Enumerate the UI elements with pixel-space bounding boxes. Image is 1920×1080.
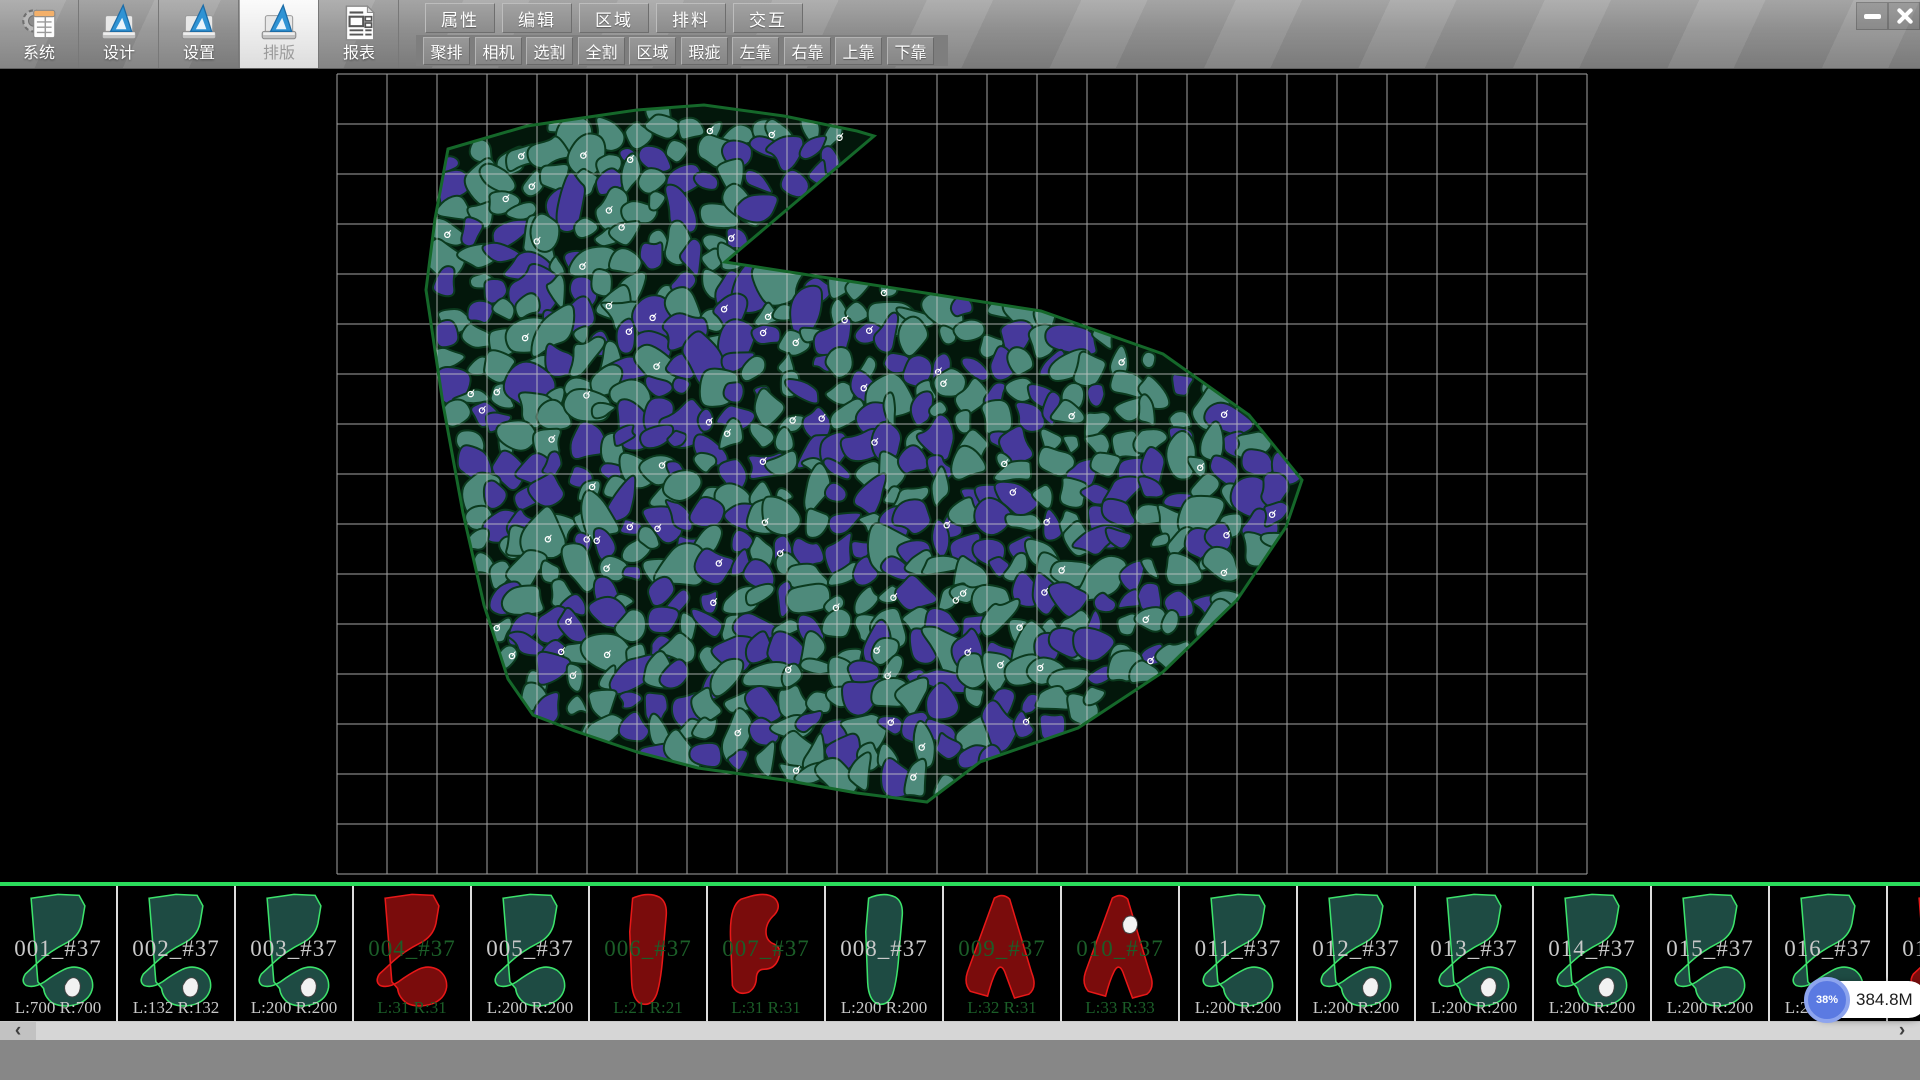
- main-button-label: 设置: [183, 44, 215, 64]
- piece-thumbnail-005_#37[interactable]: 005_#37L:200 R:200: [472, 886, 590, 1022]
- piece-hole: [1123, 916, 1138, 934]
- piece-thumbnail-006_#37[interactable]: 006_#37L:21 R:21: [590, 886, 708, 1022]
- memory-value: 384.8M: [1856, 990, 1913, 1010]
- nesting-ruler-icon: [258, 2, 300, 44]
- piece-shape-graphic: [1426, 888, 1522, 1014]
- tool-button-9[interactable]: 上靠: [835, 37, 882, 65]
- tool-button-1[interactable]: 聚排: [423, 37, 470, 65]
- piece-shape-graphic: [1308, 888, 1404, 1014]
- main-button-3[interactable]: 设置: [160, 0, 239, 68]
- piece-shape-graphic: [364, 888, 460, 1014]
- piece-thumbnail-strip: 001_#37L:700 R:700002_#37L:132 R:132003_…: [0, 886, 1920, 1022]
- piece-thumbnail-003_#37[interactable]: 003_#37L:200 R:200: [236, 886, 354, 1022]
- piece-thumbnail-007_#37[interactable]: 007_#37L:31 R:31: [708, 886, 826, 1022]
- scroll-right-button[interactable]: ›: [1884, 1022, 1920, 1040]
- piece-thumbnail-009_#37[interactable]: 009_#37L:32 R:31: [944, 886, 1062, 1022]
- piece-shape-graphic: [954, 888, 1050, 1014]
- tool-button-10[interactable]: 下靠: [887, 37, 934, 65]
- main-button-label: 排版: [263, 44, 295, 64]
- main-button-5[interactable]: 报表: [320, 0, 399, 68]
- main-button-label: 报表: [343, 44, 375, 64]
- piece-shape-graphic: [836, 888, 932, 1014]
- piece-thumbnail-010_#37[interactable]: 010_#37L:33 R:33: [1062, 886, 1180, 1022]
- system-gear-icon: [18, 2, 60, 44]
- piece-thumbnail-013_#37[interactable]: 013_#37L:200 R:200: [1416, 886, 1534, 1022]
- progress-circle: 38%: [1804, 977, 1850, 1023]
- tool-button-4[interactable]: 全割: [578, 37, 625, 65]
- tool-button-2[interactable]: 相机: [475, 37, 522, 65]
- piece-shape-graphic: [128, 888, 224, 1014]
- main-button-label: 设计: [103, 44, 135, 64]
- piece-shape-graphic: [482, 888, 578, 1014]
- menu-tab-1[interactable]: 属性: [425, 3, 495, 33]
- piece-shape-graphic: [10, 888, 106, 1014]
- horizontal-scrollbar[interactable]: ‹ ›: [0, 1022, 1920, 1040]
- nesting-canvas[interactable]: [0, 68, 1920, 882]
- piece-shape-graphic: [600, 888, 696, 1014]
- piece-shape-graphic: [1544, 888, 1640, 1014]
- piece-shape-graphic: [718, 888, 814, 1014]
- piece-thumbnail-004_#37[interactable]: 004_#37L:31 R:31: [354, 886, 472, 1022]
- menu-tab-4[interactable]: 排料: [656, 3, 726, 33]
- main-button-1[interactable]: 系统: [0, 0, 79, 68]
- design-ruler-icon: [98, 2, 140, 44]
- tool-button-3[interactable]: 选割: [526, 37, 573, 65]
- piece-thumbnail-011_#37[interactable]: 011_#37L:200 R:200: [1180, 886, 1298, 1022]
- memory-badge: 38% 384.8M: [1808, 981, 1920, 1018]
- tool-button-5[interactable]: 区域: [629, 37, 676, 65]
- piece-thumbnail-015_#37[interactable]: 015_#37L:200 R:200: [1652, 886, 1770, 1022]
- main-button-4[interactable]: 排版: [240, 0, 319, 68]
- piece-thumbnail-014_#37[interactable]: 014_#37L:200 R:200: [1534, 886, 1652, 1022]
- piece-thumbnail-012_#37[interactable]: 012_#37L:200 R:200: [1298, 886, 1416, 1022]
- scroll-left-button[interactable]: ‹: [0, 1022, 36, 1040]
- close-icon: [1895, 7, 1913, 25]
- piece-shape-graphic: [246, 888, 342, 1014]
- piece-thumbnail-001_#37[interactable]: 001_#37L:700 R:700: [0, 886, 118, 1022]
- tool-button-8[interactable]: 右靠: [784, 37, 831, 65]
- main-button-2[interactable]: 设计: [80, 0, 159, 68]
- piece-shape-graphic: [1662, 888, 1758, 1014]
- menu-tab-2[interactable]: 编辑: [502, 3, 572, 33]
- menu-tab-3[interactable]: 区域: [579, 3, 649, 33]
- piece-shape-graphic: [1190, 888, 1286, 1014]
- tool-button-7[interactable]: 左靠: [732, 37, 779, 65]
- tool-button-6[interactable]: 瑕疵: [681, 37, 728, 65]
- report-doc-icon: [338, 2, 380, 44]
- main-toolbar: 系统设计设置排版报表 属性编辑区域排料交互 聚排相机选割全割区域瑕疵左靠右靠上靠…: [0, 0, 1920, 69]
- piece-thumbnail-002_#37[interactable]: 002_#37L:132 R:132: [118, 886, 236, 1022]
- main-button-label: 系统: [23, 44, 55, 64]
- menu-tab-5[interactable]: 交互: [733, 3, 803, 33]
- minimize-button[interactable]: [1856, 2, 1888, 30]
- piece-shape-graphic: [1072, 888, 1168, 1014]
- nested-pieces-layer: [425, 96, 1304, 798]
- piece-thumbnail-008_#37[interactable]: 008_#37L:200 R:200: [826, 886, 944, 1022]
- minimize-icon: [1864, 14, 1881, 19]
- settings-ruler-icon: [178, 2, 220, 44]
- progress-percent: 38%: [1816, 994, 1838, 1006]
- status-bar: [0, 1040, 1920, 1080]
- close-button[interactable]: [1888, 2, 1920, 30]
